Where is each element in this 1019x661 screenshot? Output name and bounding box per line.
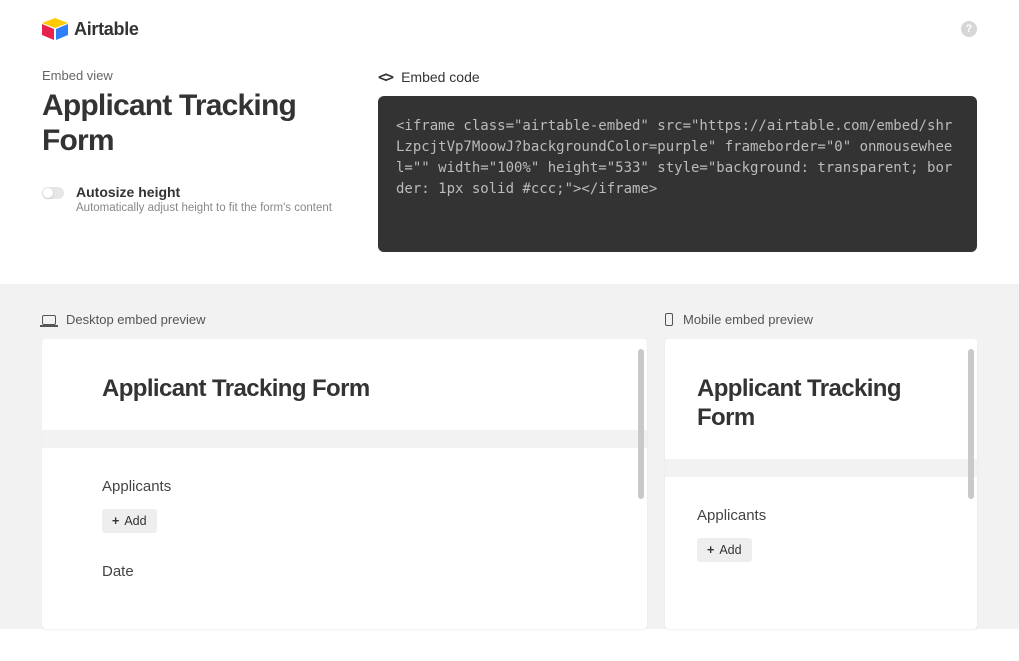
desktop-preview-label: Desktop embed preview [66, 312, 205, 327]
laptop-icon [42, 315, 56, 325]
add-applicant-button[interactable]: + Add [102, 509, 157, 533]
airtable-logo-icon [42, 18, 68, 40]
form-title-mobile: Applicant Tracking Form [697, 375, 945, 433]
field-applicants-label-mobile: Applicants [697, 507, 945, 524]
plus-icon: + [707, 543, 714, 557]
phone-icon [665, 313, 673, 326]
add-label: Add [124, 514, 146, 528]
help-icon[interactable]: ? [961, 21, 977, 37]
brand-logo[interactable]: Airtable [42, 18, 139, 40]
mobile-preview-frame: Applicant Tracking Form Applicants + Add [665, 339, 977, 629]
page-title: Applicant Tracking Form [42, 89, 342, 158]
field-applicants-label: Applicants [102, 478, 587, 495]
embed-code-label: Embed code [401, 69, 480, 85]
mobile-preview-label: Mobile embed preview [683, 312, 813, 327]
autosize-label: Autosize height [76, 184, 332, 200]
scrollbar[interactable] [968, 349, 974, 499]
brand-name: Airtable [74, 19, 139, 40]
eyebrow-label: Embed view [42, 68, 342, 83]
embed-code-block[interactable]: <iframe class="airtable-embed" src="http… [378, 96, 977, 252]
field-date-label: Date [102, 563, 587, 580]
desktop-preview-frame: Applicant Tracking Form Applicants + Add… [42, 339, 647, 629]
autosize-description: Automatically adjust height to fit the f… [76, 202, 332, 214]
plus-icon: + [112, 514, 119, 528]
code-icon: <> [378, 68, 392, 86]
form-title: Applicant Tracking Form [102, 375, 587, 404]
autosize-toggle[interactable] [42, 187, 64, 199]
scrollbar[interactable] [638, 349, 644, 499]
add-applicant-button-mobile[interactable]: + Add [697, 538, 752, 562]
add-label-mobile: Add [719, 543, 741, 557]
